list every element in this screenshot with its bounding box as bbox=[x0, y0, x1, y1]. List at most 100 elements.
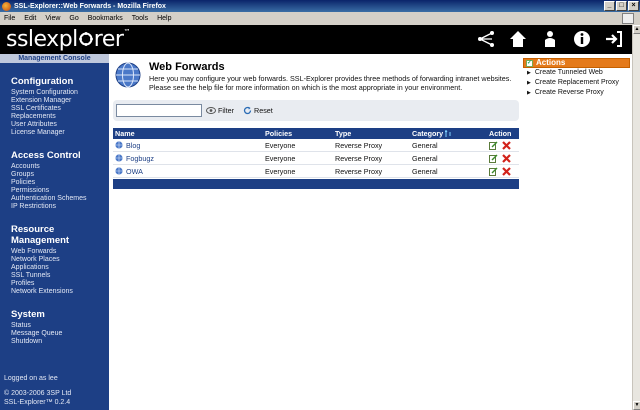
sidebar-section-resource-management: Resource Management Web Forwards Network… bbox=[0, 224, 109, 296]
sidebar-item-accounts[interactable]: Accounts bbox=[11, 163, 109, 171]
network-icon[interactable] bbox=[476, 29, 496, 49]
actions-title: Actions bbox=[536, 58, 566, 67]
sidebar-item-policies[interactable]: Policies bbox=[11, 179, 109, 187]
minimize-button[interactable]: _ bbox=[604, 1, 615, 11]
filter-label: Filter bbox=[218, 106, 234, 115]
globe-icon bbox=[115, 141, 123, 149]
scroll-down-icon[interactable]: ▼ bbox=[633, 401, 640, 410]
delete-icon[interactable] bbox=[502, 153, 511, 163]
table-header: Name Policies Type Category Action bbox=[113, 128, 519, 139]
header-type[interactable]: Type bbox=[335, 129, 412, 138]
table-row: Blog Everyone Reverse Proxy General bbox=[113, 139, 519, 152]
vertical-scrollbar[interactable]: ▲ ▼ bbox=[632, 25, 640, 410]
triangle-right-icon: ▶ bbox=[527, 80, 531, 86]
sort-icon[interactable] bbox=[445, 129, 452, 138]
filter-input[interactable] bbox=[116, 104, 202, 117]
menu-help[interactable]: Help bbox=[157, 15, 171, 22]
globe-icon bbox=[115, 154, 123, 162]
section-title: Access Control bbox=[11, 150, 81, 161]
action-create-replacement-proxy[interactable]: ▶ Create Replacement Proxy bbox=[523, 78, 630, 88]
sidebar: Management Console Configuration System … bbox=[0, 54, 109, 410]
edit-icon[interactable] bbox=[489, 154, 498, 163]
page-description: Here you may configure your web forwards… bbox=[149, 74, 512, 92]
window-title: SSL-Explorer::Web Forwards - Mozilla Fir… bbox=[14, 2, 166, 10]
cell-type: Reverse Proxy bbox=[335, 153, 383, 163]
header-policies[interactable]: Policies bbox=[265, 129, 335, 138]
edit-icon[interactable] bbox=[489, 141, 498, 150]
action-label: Create Reverse Proxy bbox=[534, 89, 604, 96]
sidebar-item-ssl-tunnels[interactable]: SSL Tunnels bbox=[11, 272, 109, 280]
menu-view[interactable]: View bbox=[45, 15, 60, 22]
menu-bookmarks[interactable]: Bookmarks bbox=[88, 15, 123, 22]
edit-icon[interactable] bbox=[489, 167, 498, 176]
sidebar-item-authentication-schemes[interactable]: Authentication Schemes bbox=[11, 195, 109, 203]
firefox-icon bbox=[2, 1, 11, 11]
filter-button[interactable]: Filter bbox=[206, 104, 234, 117]
sidebar-item-ssl-certificates[interactable]: SSL Certificates bbox=[11, 105, 109, 113]
sidebar-item-profiles[interactable]: Profiles bbox=[11, 280, 109, 288]
header-category[interactable]: Category bbox=[412, 129, 479, 138]
logo[interactable]: sslexpl rer™ bbox=[6, 27, 130, 52]
globe-icon bbox=[115, 167, 123, 175]
cell-action bbox=[479, 153, 519, 163]
sidebar-item-permissions[interactable]: Permissions bbox=[11, 187, 109, 195]
sidebar-item-replacements[interactable]: Replacements bbox=[11, 113, 109, 121]
sidebar-item-extension-manager[interactable]: Extension Manager bbox=[11, 97, 109, 105]
logo-o-icon bbox=[78, 32, 93, 46]
action-label: Create Replacement Proxy bbox=[534, 79, 619, 86]
header-category-label: Category bbox=[412, 129, 444, 138]
logout-icon[interactable] bbox=[604, 29, 624, 49]
sidebar-item-network-extensions[interactable]: Network Extensions bbox=[11, 288, 109, 296]
app-header: sslexpl rer™ bbox=[0, 25, 632, 54]
sidebar-item-shutdown[interactable]: Shutdown bbox=[11, 338, 109, 346]
sidebar-item-web-forwards[interactable]: Web Forwards bbox=[11, 248, 109, 256]
cell-category: General bbox=[412, 140, 438, 150]
scroll-up-icon[interactable]: ▲ bbox=[633, 25, 640, 34]
sidebar-item-system-configuration[interactable]: System Configuration bbox=[11, 89, 109, 97]
table-row: OWA Everyone Reverse Proxy General bbox=[113, 165, 519, 178]
close-window-button[interactable]: × bbox=[628, 1, 639, 11]
menu-go[interactable]: Go bbox=[69, 15, 78, 22]
sidebar-item-applications[interactable]: Applications bbox=[11, 264, 109, 272]
maximize-button[interactable]: □ bbox=[616, 1, 627, 11]
sidebar-item-user-attributes[interactable]: User Attributes bbox=[11, 121, 109, 129]
cell-type: Reverse Proxy bbox=[335, 166, 383, 176]
home-icon[interactable] bbox=[508, 29, 528, 49]
logo-text: sslexpl bbox=[6, 27, 78, 52]
row-name-link[interactable]: Fogbugz bbox=[126, 154, 154, 163]
menu-file[interactable]: File bbox=[4, 15, 15, 22]
delete-icon[interactable] bbox=[502, 140, 511, 150]
action-create-reverse-proxy[interactable]: ▶ Create Reverse Proxy bbox=[523, 88, 630, 98]
delete-icon[interactable] bbox=[502, 166, 511, 176]
reset-button[interactable]: Reset bbox=[243, 104, 273, 117]
console-label: Management Console bbox=[0, 54, 109, 63]
user-icon[interactable] bbox=[540, 29, 560, 49]
sidebar-item-network-places[interactable]: Network Places bbox=[11, 256, 109, 264]
action-create-tunneled-web[interactable]: ▶ Create Tunneled Web bbox=[523, 68, 630, 78]
section-title: Resource Management bbox=[11, 224, 70, 246]
row-name-link[interactable]: Blog bbox=[126, 141, 140, 150]
sidebar-item-license-manager[interactable]: License Manager bbox=[11, 129, 109, 137]
header-action: Action bbox=[489, 129, 512, 138]
cell-name: Fogbugz bbox=[113, 154, 265, 163]
page-title: Web Forwards bbox=[149, 61, 225, 73]
sidebar-section-configuration: Configuration System Configuration Exten… bbox=[0, 76, 109, 137]
table-row: Fogbugz Everyone Reverse Proxy General bbox=[113, 152, 519, 165]
row-name-link[interactable]: OWA bbox=[126, 167, 143, 176]
reset-label: Reset bbox=[254, 106, 273, 115]
cell-action bbox=[479, 166, 519, 176]
logo-text-tail: rer bbox=[93, 27, 124, 52]
sidebar-item-message-queue[interactable]: Message Queue bbox=[11, 330, 109, 338]
sidebar-item-ip-restrictions[interactable]: IP Restrictions bbox=[11, 203, 109, 211]
cell-action bbox=[479, 140, 519, 150]
menu-edit[interactable]: Edit bbox=[24, 15, 36, 22]
info-icon[interactable] bbox=[572, 29, 592, 49]
sidebar-item-status[interactable]: Status bbox=[11, 322, 109, 330]
globe-icon bbox=[115, 62, 141, 88]
menu-tools[interactable]: Tools bbox=[132, 15, 148, 22]
sidebar-item-groups[interactable]: Groups bbox=[11, 171, 109, 179]
header-name[interactable]: Name bbox=[113, 129, 265, 138]
logged-on-text: Logged on as lee bbox=[4, 375, 58, 383]
copyright-text: © 2003-2006 3SP Ltd bbox=[4, 390, 72, 398]
actions-panel: ✓ Actions ▶ Create Tunneled Web ▶ Create R… bbox=[523, 58, 630, 98]
